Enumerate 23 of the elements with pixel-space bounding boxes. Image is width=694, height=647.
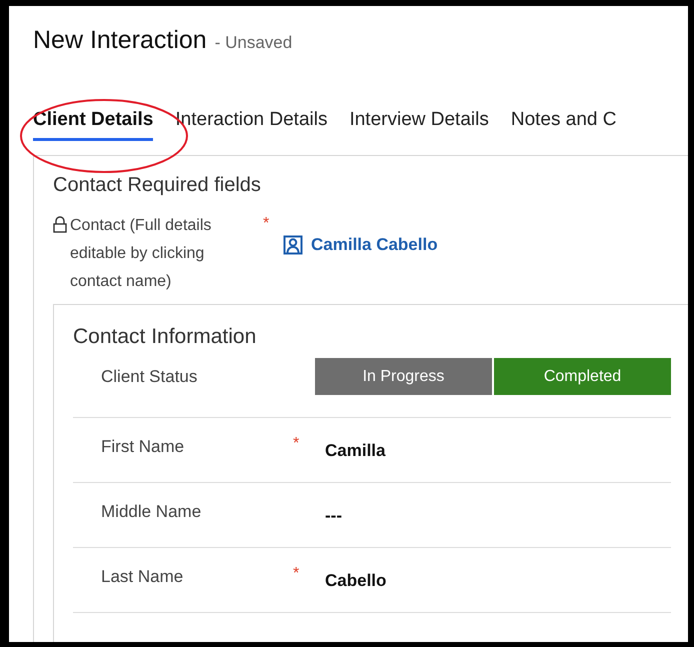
section-title: Contact Required fields (53, 172, 262, 198)
save-status: - Unsaved (214, 32, 292, 54)
required-asterisk: * (263, 214, 270, 232)
field-value[interactable]: Camilla (325, 434, 386, 464)
field-label: First Name (100, 436, 186, 458)
field-label: Last Name (100, 566, 184, 588)
tab[interactable]: Interaction Details (175, 108, 328, 140)
tab[interactable]: Interview Details (349, 108, 489, 140)
required-asterisk: * (293, 434, 300, 454)
page-title: New Interaction (33, 25, 207, 56)
required-asterisk: * (293, 564, 300, 584)
contact-icon (283, 234, 303, 254)
tab[interactable]: Client Details (33, 108, 154, 140)
field-value[interactable]: --- (325, 499, 342, 528)
contact-link[interactable]: Camilla Cabello (283, 234, 438, 256)
field-label: Client Status (100, 366, 198, 388)
tab[interactable]: Notes and C (510, 108, 616, 140)
status-stage[interactable]: Completed (494, 358, 671, 395)
field-label: Contact (Full details editable by clicking contact name) (70, 216, 212, 292)
card-title: Contact Information (73, 324, 258, 350)
field-value[interactable]: Cabello (325, 564, 386, 594)
field-label: Middle Name (100, 501, 202, 523)
status-stage[interactable]: In Progress (315, 358, 492, 395)
